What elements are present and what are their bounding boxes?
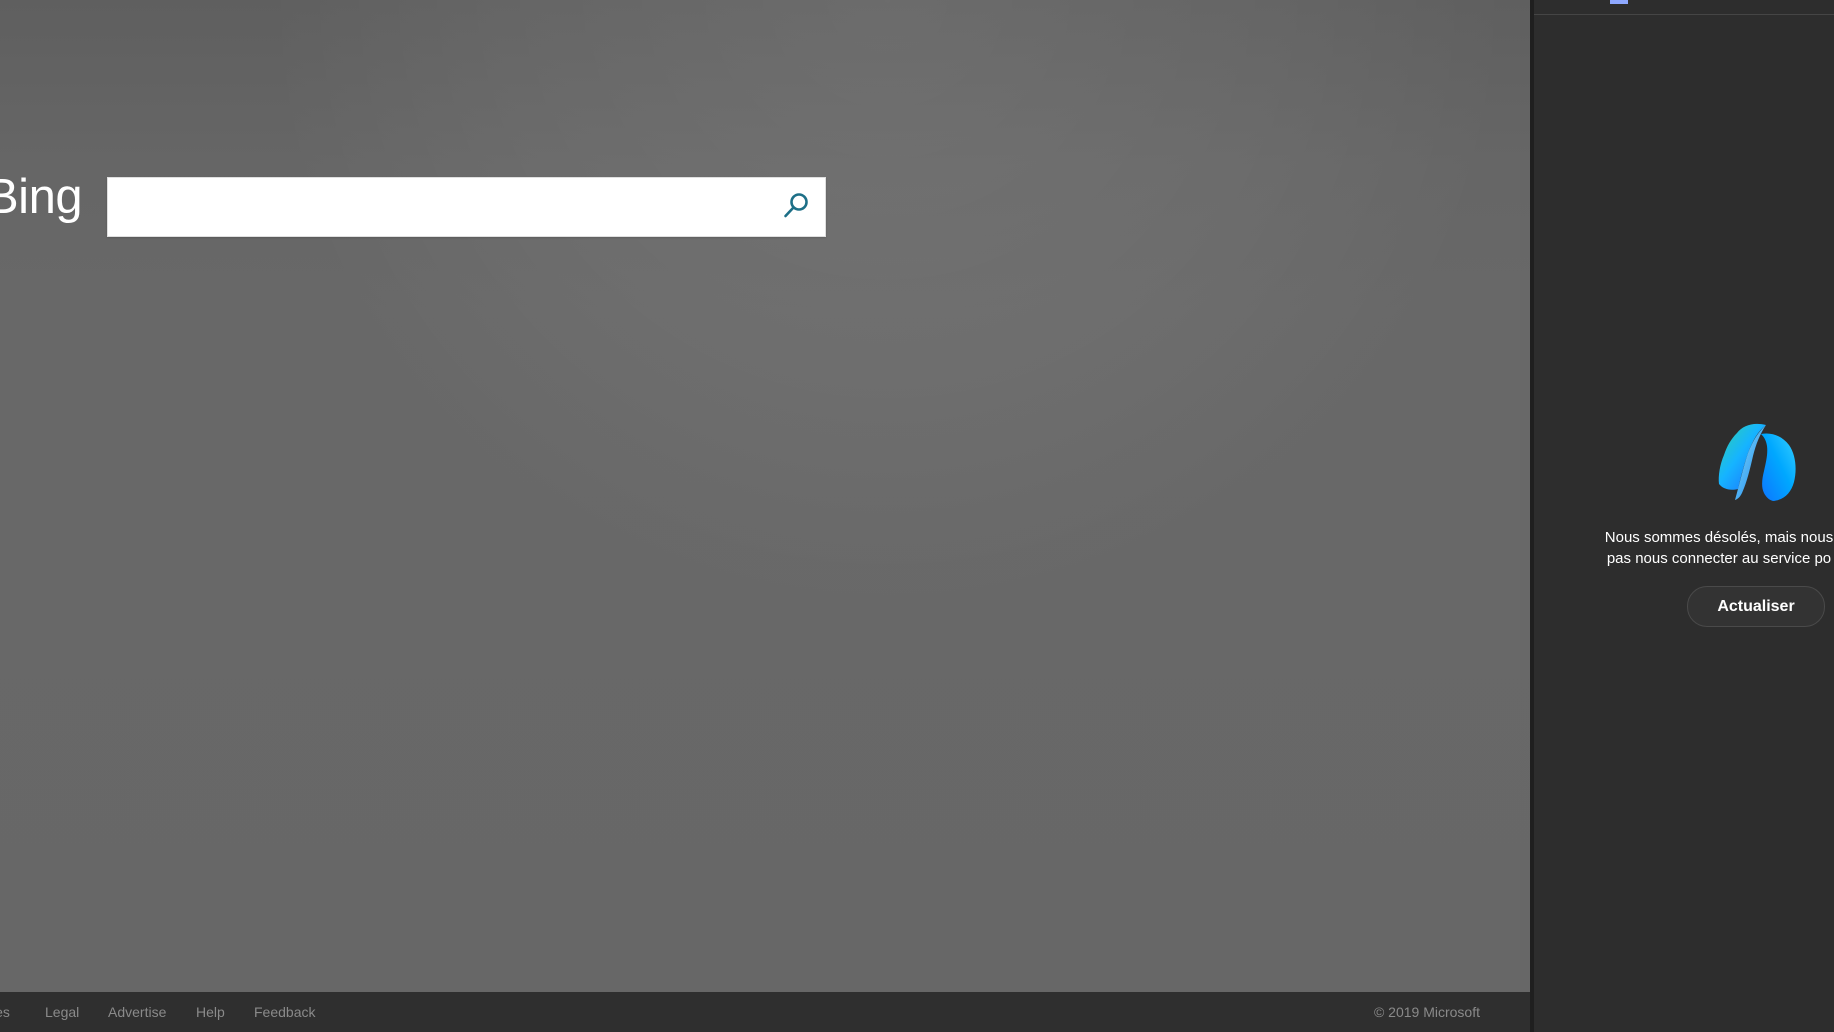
refresh-button[interactable]: Actualiser bbox=[1687, 586, 1825, 627]
search-box[interactable] bbox=[107, 177, 826, 237]
bing-homepage-pane: Bing ies Legal Advertise Help Feedback ©… bbox=[0, 0, 1530, 1032]
footer: ies Legal Advertise Help Feedback © 2019… bbox=[0, 992, 1530, 1032]
copilot-logo-icon bbox=[1714, 422, 1800, 502]
search-button[interactable] bbox=[777, 187, 817, 227]
active-tab-indicator bbox=[1610, 0, 1628, 4]
footer-copyright: © 2019 Microsoft bbox=[1373, 1004, 1480, 1020]
connection-error-message: Nous sommes désolés, mais nous pas nous … bbox=[1594, 527, 1834, 569]
copilot-side-panel: Nous sommes désolés, mais nous pas nous … bbox=[1530, 0, 1834, 1032]
footer-link-legal[interactable]: Legal bbox=[45, 1004, 79, 1020]
search-icon bbox=[777, 187, 817, 227]
footer-link-partial[interactable]: ies bbox=[0, 1004, 10, 1020]
footer-link-advertise[interactable]: Advertise bbox=[108, 1004, 166, 1020]
footer-link-help[interactable]: Help bbox=[196, 1004, 225, 1020]
error-message-line-2: pas nous connecter au service po bbox=[1606, 550, 1832, 567]
footer-link-feedback[interactable]: Feedback bbox=[254, 1004, 315, 1020]
search-input[interactable] bbox=[108, 178, 758, 236]
screen: Bing ies Legal Advertise Help Feedback ©… bbox=[0, 0, 1834, 1032]
panel-top-divider bbox=[1534, 14, 1834, 15]
error-message-line-1: Nous sommes désolés, mais nous bbox=[1604, 529, 1834, 546]
bing-logo-text: Bing bbox=[0, 170, 83, 224]
